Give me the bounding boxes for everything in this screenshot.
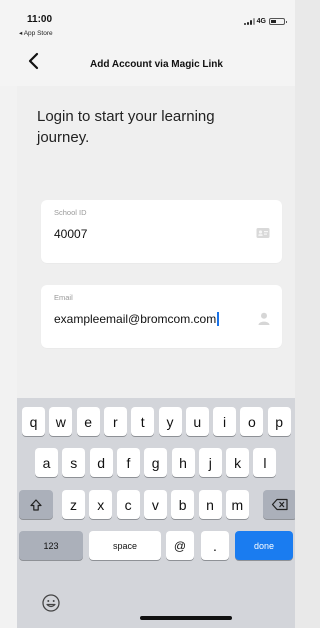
school-id-input[interactable]: 40007: [54, 227, 87, 241]
key-i[interactable]: i: [213, 407, 237, 436]
key-n[interactable]: n: [198, 490, 222, 519]
key-e[interactable]: e: [76, 407, 100, 436]
page-title: Add Account via Magic Link: [90, 59, 223, 70]
at-key[interactable]: @: [166, 531, 194, 560]
key-c[interactable]: c: [116, 490, 140, 519]
key-z[interactable]: z: [62, 490, 85, 519]
key-g[interactable]: g: [144, 448, 168, 477]
space-key[interactable]: space: [89, 531, 161, 560]
id-card-icon: [256, 228, 270, 238]
key-o[interactable]: o: [240, 407, 264, 436]
key-u[interactable]: u: [185, 407, 209, 436]
key-f[interactable]: f: [116, 448, 140, 477]
login-form: Login to start your learning journey. Sc…: [17, 86, 295, 398]
key-a[interactable]: a: [35, 448, 58, 477]
key-v[interactable]: v: [143, 490, 167, 519]
key-t[interactable]: t: [131, 407, 155, 436]
key-d[interactable]: d: [89, 448, 113, 477]
phone-screen: 11:00 ◂ App Store 4G Add Account via Mag…: [0, 0, 295, 628]
key-s[interactable]: s: [62, 448, 86, 477]
key-x[interactable]: x: [89, 490, 113, 519]
key-y[interactable]: y: [158, 407, 182, 436]
key-h[interactable]: h: [171, 448, 195, 477]
login-heading: Login to start your learning journey.: [37, 108, 215, 146]
backspace-icon: [271, 498, 288, 511]
email-input[interactable]: exampleemail@bromcom.com: [54, 312, 216, 326]
home-indicator: [140, 616, 232, 620]
key-p[interactable]: p: [267, 407, 291, 436]
battery-icon: [269, 18, 287, 25]
key-b[interactable]: b: [171, 490, 195, 519]
key-m[interactable]: m: [225, 490, 249, 519]
status-indicators: 4G: [243, 18, 287, 25]
status-bar: 11:00 ◂ App Store 4G: [0, 0, 295, 40]
email-label: Email: [54, 293, 73, 302]
person-icon: [258, 312, 270, 325]
shift-icon: [30, 498, 42, 511]
delete-key[interactable]: [263, 490, 295, 519]
signal-icon: [243, 18, 255, 25]
email-input-wrap[interactable]: exampleemail@bromcom.com: [54, 312, 219, 326]
text-cursor: [217, 312, 219, 326]
key-r[interactable]: r: [103, 407, 127, 436]
navigation-bar: Add Account via Magic Link: [0, 40, 295, 86]
school-id-label: School ID: [54, 208, 87, 217]
key-l[interactable]: l: [253, 448, 277, 477]
dot-key[interactable]: .: [201, 531, 229, 560]
status-time: 11:00: [27, 14, 53, 25]
numbers-key[interactable]: 123: [19, 531, 83, 560]
key-k[interactable]: k: [226, 448, 250, 477]
done-key[interactable]: done: [235, 531, 293, 560]
network-type: 4G: [256, 18, 266, 25]
email-field[interactable]: Email exampleemail@bromcom.com: [41, 285, 282, 348]
school-id-field[interactable]: School ID 40007: [41, 200, 282, 263]
on-screen-keyboard: qwertyuiop asdfghjkl zxcvbnm 123 space @…: [17, 398, 295, 628]
back-to-app-store-link[interactable]: ◂ App Store: [19, 29, 53, 37]
key-q[interactable]: q: [22, 407, 45, 436]
emoji-icon[interactable]: [41, 593, 61, 613]
shift-key[interactable]: [19, 490, 53, 519]
key-w[interactable]: w: [49, 407, 73, 436]
key-j[interactable]: j: [198, 448, 222, 477]
